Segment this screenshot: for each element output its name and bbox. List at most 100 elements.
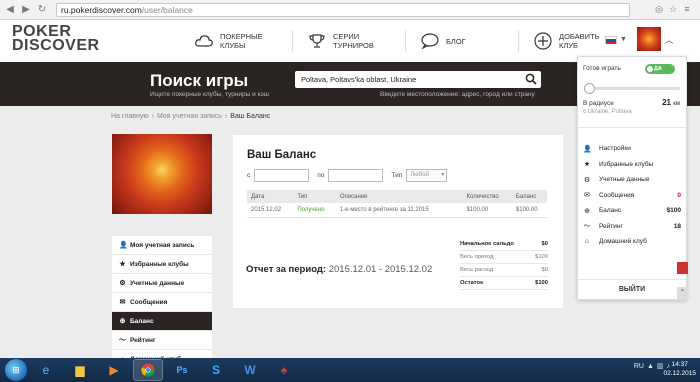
summary-remaining: Остаток $100 bbox=[460, 277, 548, 290]
ready-toggle[interactable]: ДА bbox=[645, 64, 675, 74]
side-item-account[interactable]: 👤 Моя учетная запись bbox=[112, 236, 212, 255]
dd-item-balance[interactable]: ⊕ Баланс $100 bbox=[583, 203, 681, 219]
ie-icon[interactable]: e bbox=[31, 359, 61, 381]
word-icon[interactable]: W bbox=[235, 359, 265, 381]
url-path: /user/balance bbox=[141, 5, 193, 15]
col-type: Тип bbox=[293, 190, 336, 203]
radius-value: 21 км bbox=[662, 98, 680, 107]
user-icon: 👤 bbox=[119, 241, 128, 249]
col-date: Дата bbox=[247, 190, 294, 203]
filter-row: с по Тип Любой bbox=[247, 169, 448, 182]
date-from-field[interactable] bbox=[254, 169, 310, 182]
site-logo[interactable]: POKER DISCOVER bbox=[12, 24, 100, 54]
page-title: Ваш Баланс bbox=[247, 149, 317, 161]
chat-bubble-icon bbox=[420, 31, 440, 51]
menu-icon[interactable]: ≡ bbox=[682, 4, 692, 14]
dropdown-menu: 👤 Настройки ★ Избранные клубы ⚙ Учетные дан… bbox=[583, 141, 681, 250]
bookmark-star-icon[interactable]: ☆ bbox=[668, 4, 678, 14]
dd-item-settings[interactable]: 👤 Настройки bbox=[583, 141, 681, 157]
nav-poker-clubs[interactable]: ПОКЕРНЫЕ КЛУБЫ bbox=[180, 30, 293, 52]
col-amount: Количество bbox=[462, 190, 512, 203]
main-nav: ПОКЕРНЫЕ КЛУБЫ СЕРИИ ТУРНИРОВ БЛОГ ДОБАВ… bbox=[180, 26, 631, 56]
photoshop-icon[interactable]: Ps bbox=[167, 359, 197, 381]
reload-icon[interactable]: ↻ bbox=[36, 4, 48, 16]
search-value: Poltava, Poltavs'ka oblast, Ukraine bbox=[301, 75, 417, 84]
breadcrumb: На главную › Моя учетная запись › Ваш Ба… bbox=[111, 113, 270, 120]
profile-photo bbox=[112, 134, 212, 214]
side-item-rating[interactable]: 〜 Рейтинг bbox=[112, 331, 212, 350]
user-dropdown: Готов играть ДА В радиусе 21 км с Ukrain… bbox=[577, 56, 687, 300]
banner-subtitle: Ищите покерные клубы, турниры и кэш bbox=[150, 91, 270, 98]
dd-item-rating[interactable]: 〜 Рейтинг 18 bbox=[583, 219, 682, 235]
balance-card: Ваш Баланс с по Тип Любой Дата Тип Описа… bbox=[233, 135, 563, 308]
filter-type-label: Тип bbox=[391, 172, 403, 179]
crumb-home[interactable]: На главную bbox=[111, 113, 149, 120]
dd-item-credentials[interactable]: ⚙ Учетные данные bbox=[583, 172, 681, 188]
money-icon: ⊕ bbox=[119, 317, 126, 325]
star-icon: ★ bbox=[583, 161, 591, 169]
chart-icon: 〜 bbox=[119, 336, 126, 344]
browser-toolbar: ◀ ▶ ↻ ru.pokerdiscover.com/user/balance … bbox=[0, 0, 700, 20]
address-bar[interactable]: ru.pokerdiscover.com/user/balance bbox=[56, 3, 630, 17]
report-period: Отчет за период: 2015.12.01 - 2015.12.02 bbox=[246, 264, 433, 275]
dd-item-messages[interactable]: ✉ Сообщения 0 bbox=[583, 188, 681, 204]
account-side-menu: 👤 Моя учетная запись ★ Избранные клубы ⚙ Уч… bbox=[112, 236, 212, 369]
filter-to-label: по bbox=[317, 172, 325, 179]
type-select[interactable]: Любой bbox=[406, 169, 448, 182]
divider bbox=[578, 127, 686, 128]
banner-title: Поиск игры bbox=[150, 71, 249, 90]
dd-item-home-club[interactable]: ⌂ Домашний клуб bbox=[583, 234, 681, 250]
chart-icon: 〜 bbox=[583, 223, 591, 231]
system-clock[interactable]: 14:37 02.12.2015 bbox=[663, 360, 696, 378]
skype-icon[interactable]: S bbox=[201, 359, 231, 381]
user-icon: 👤 bbox=[583, 145, 592, 153]
tray-chevron-icon[interactable]: ▲ bbox=[647, 363, 654, 370]
gift-icon[interactable] bbox=[677, 262, 688, 274]
side-item-messages[interactable]: ✉ Сообщения bbox=[112, 293, 212, 312]
nav-tournament-series[interactable]: СЕРИИ ТУРНИРОВ bbox=[293, 30, 406, 52]
side-item-credentials[interactable]: ⚙ Учетные данные bbox=[112, 274, 212, 293]
forward-icon[interactable]: ▶ bbox=[20, 4, 32, 16]
scroll-up-icon[interactable]: ⌃ bbox=[677, 287, 688, 299]
crumb-separator: › bbox=[224, 113, 228, 120]
trophy-icon bbox=[307, 31, 327, 51]
chevron-up-icon[interactable]: ︿ bbox=[661, 27, 677, 51]
gear-icon: ⚙ bbox=[583, 176, 591, 184]
transactions-table: Дата Тип Описание Количество Баланс 2015… bbox=[247, 190, 547, 218]
language-flag-icon[interactable] bbox=[605, 36, 617, 44]
nav-blog[interactable]: БЛОГ bbox=[406, 30, 519, 52]
search-icon[interactable] bbox=[525, 73, 537, 85]
extension-icon[interactable]: ◎ bbox=[654, 4, 664, 14]
chrome-icon[interactable] bbox=[133, 359, 163, 381]
avatar[interactable] bbox=[637, 27, 661, 51]
media-player-icon[interactable]: ▶ bbox=[99, 359, 129, 381]
summary-opening: Начальное сальдо $0 bbox=[460, 238, 548, 251]
start-button-icon[interactable]: ⊞ bbox=[5, 359, 27, 381]
logout-button[interactable]: ВЫЙТИ bbox=[578, 279, 686, 299]
radius-slider[interactable] bbox=[586, 87, 680, 90]
explorer-folder-icon[interactable]: ▆ bbox=[65, 359, 95, 381]
side-item-favorite-clubs[interactable]: ★ Избранные клубы bbox=[112, 255, 212, 274]
search-input[interactable]: Poltava, Poltavs'ka oblast, Ukraine bbox=[295, 71, 541, 88]
table-row: 2015.12.02 Получено 1-е место в рейтинге… bbox=[247, 203, 547, 218]
balance-summary: Начальное сальдо $0 Весь приход $100 Весь … bbox=[460, 238, 548, 290]
filter-from-label: с bbox=[247, 172, 251, 179]
url-host: ru.pokerdiscover.com bbox=[61, 5, 142, 15]
chevron-down-icon[interactable]: ▼ bbox=[620, 36, 627, 43]
crumb-separator: › bbox=[151, 113, 154, 120]
envelope-icon: ✉ bbox=[584, 192, 590, 200]
gear-icon: ⚙ bbox=[119, 279, 126, 287]
summary-expense: Весь расход $0 bbox=[460, 264, 548, 277]
side-item-balance[interactable]: ⊕ Баланс bbox=[112, 312, 212, 331]
cloud-icon bbox=[194, 31, 214, 51]
language-indicator-icon[interactable]: RU bbox=[634, 363, 644, 370]
radius-slider-handle[interactable] bbox=[584, 83, 595, 94]
envelope-icon: ✉ bbox=[119, 298, 126, 306]
crumb-account[interactable]: Моя учетная запись bbox=[157, 113, 222, 120]
radius-location: с Ukraine, Poltava bbox=[583, 109, 632, 115]
back-icon[interactable]: ◀ bbox=[4, 4, 16, 16]
date-to-field[interactable] bbox=[328, 169, 384, 182]
col-description: Описание bbox=[335, 190, 463, 203]
poker-app-icon[interactable]: ♠ bbox=[269, 359, 299, 381]
dd-item-favorite-clubs[interactable]: ★ Избранные клубы bbox=[583, 157, 681, 173]
